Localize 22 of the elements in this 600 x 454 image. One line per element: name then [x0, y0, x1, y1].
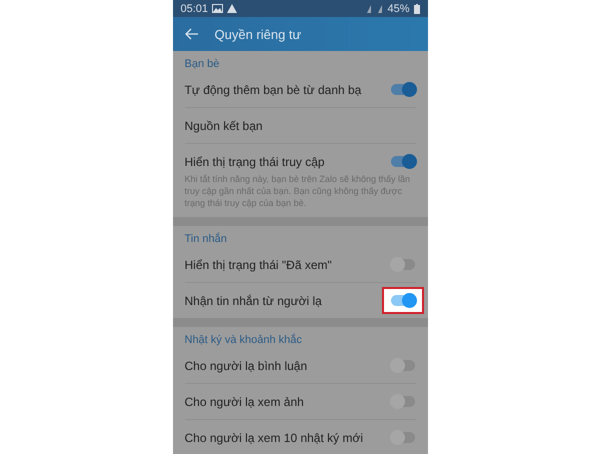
setting-label: Cho người lạ xem 10 nhật ký mới — [184, 430, 364, 444]
setting-label: Hiển thị trạng thái "Đã xem" — [184, 258, 332, 272]
toggle-switch[interactable] — [390, 156, 414, 167]
toggle-switch[interactable] — [390, 84, 414, 95]
battery-level: 45% — [387, 2, 410, 14]
image-icon — [212, 4, 224, 13]
back-arrow-icon[interactable] — [184, 28, 198, 40]
battery-icon — [414, 4, 420, 14]
toggle-switch[interactable] — [390, 396, 414, 407]
toggle-switch[interactable] — [390, 432, 414, 443]
setting-label: Nhận tin nhắn từ người lạ — [184, 294, 322, 308]
toggle-switch[interactable] — [390, 360, 414, 371]
toggle-switch[interactable] — [390, 295, 414, 306]
screen-title: Quyền riêng tư — [214, 26, 302, 42]
warning-icon — [227, 4, 238, 13]
setting-label: Cho người lạ xem ảnh — [184, 394, 304, 408]
setting-label: Tự động thêm bạn bè từ danh bạ — [184, 82, 362, 96]
setting-label: Cho người lạ bình luận — [184, 358, 308, 372]
status-time: 05:01 — [180, 2, 208, 14]
setting-label: Nguồn kết bạn — [184, 118, 263, 132]
setting-label: Hiển thị trạng thái truy cập — [184, 154, 325, 168]
toggle-switch[interactable] — [390, 259, 414, 270]
